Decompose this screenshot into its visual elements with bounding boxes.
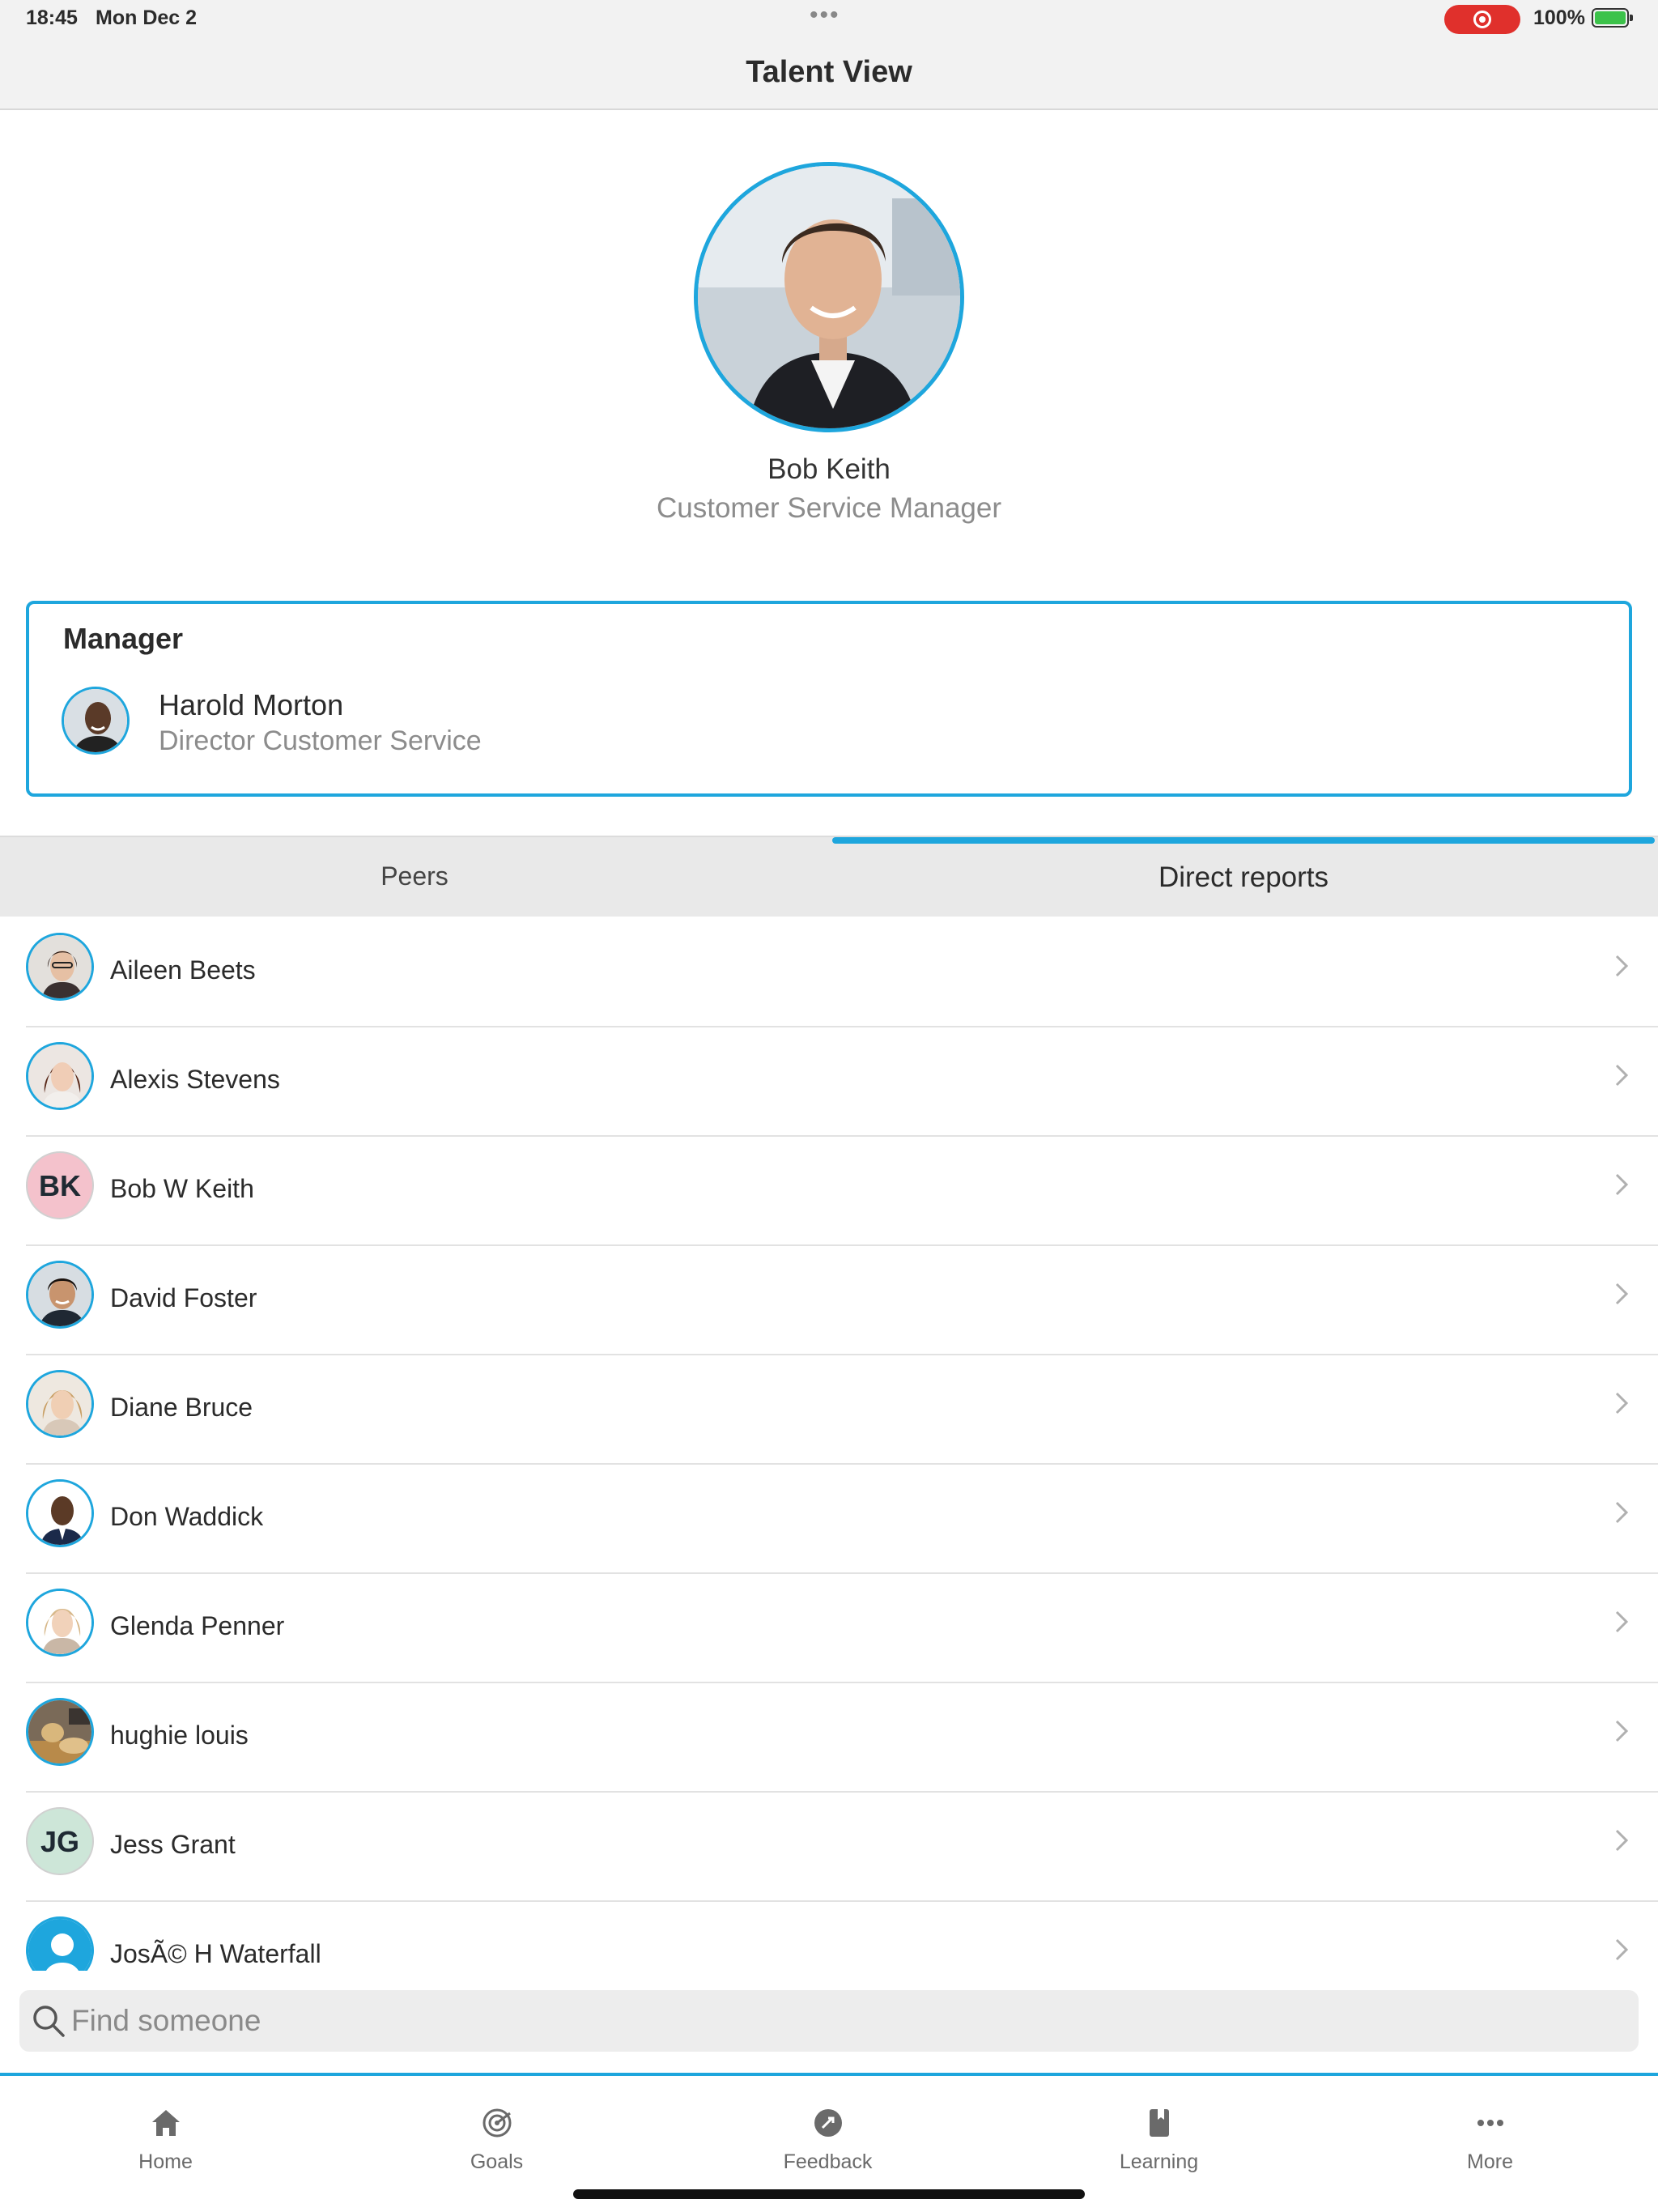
list-item[interactable]: Diane Bruce bbox=[0, 1355, 1658, 1465]
list-item[interactable]: Don Waddick bbox=[0, 1465, 1658, 1574]
tab-learning[interactable]: Learning bbox=[993, 2076, 1324, 2173]
tab-direct-reports[interactable]: Direct reports bbox=[829, 837, 1658, 918]
list-item[interactable]: Alexis Stevens bbox=[0, 1027, 1658, 1137]
tab-peers-label: Peers bbox=[380, 861, 449, 891]
battery-percent: 100% bbox=[1533, 6, 1585, 29]
tab-more[interactable]: More bbox=[1324, 2076, 1656, 2173]
tab-learning-label: Learning bbox=[1119, 2150, 1199, 2173]
list-item[interactable]: Aileen Beets bbox=[0, 918, 1658, 1027]
tab-direct-reports-label: Direct reports bbox=[1158, 861, 1329, 893]
list-item-name: Don Waddick bbox=[110, 1502, 264, 1531]
profile-photo[interactable] bbox=[694, 162, 964, 432]
multitasking-dots-icon[interactable]: ••• bbox=[810, 2, 840, 29]
chevron-right-icon bbox=[1615, 1173, 1629, 1196]
list-item[interactable]: hughie louis bbox=[0, 1683, 1658, 1793]
list-item-name: Glenda Penner bbox=[110, 1611, 285, 1640]
chevron-right-icon bbox=[1615, 955, 1629, 977]
tab-goals-label: Goals bbox=[470, 2150, 524, 2173]
profile-role: Customer Service Manager bbox=[657, 492, 1001, 524]
search-input[interactable] bbox=[71, 1997, 1609, 2045]
chevron-right-icon bbox=[1615, 1064, 1629, 1087]
list-item[interactable]: Glenda Penner bbox=[0, 1574, 1658, 1683]
list-item-name: David Foster bbox=[110, 1283, 257, 1312]
chevron-right-icon bbox=[1615, 1938, 1629, 1961]
status-bar: 18:45 Mon Dec 2 ••• 100% bbox=[0, 0, 1658, 39]
avatar-initials: JG bbox=[26, 1807, 94, 1875]
learning-book-icon bbox=[1149, 2109, 1169, 2137]
chevron-right-icon bbox=[1615, 1392, 1629, 1414]
page-title: Talent View bbox=[746, 55, 912, 89]
home-indicator[interactable] bbox=[573, 2189, 1085, 2199]
chevron-right-icon bbox=[1615, 1610, 1629, 1633]
navigation-header: Talent View bbox=[0, 39, 1658, 110]
list-item-name: Aileen Beets bbox=[110, 955, 256, 985]
tab-home[interactable]: Home bbox=[0, 2076, 331, 2173]
segment-tabs: Peers Direct reports bbox=[0, 836, 1658, 917]
status-date: Mon Dec 2 bbox=[96, 6, 198, 29]
manager-heading: Manager bbox=[63, 622, 184, 655]
list-item-name: Jess Grant bbox=[110, 1830, 236, 1859]
avatar bbox=[26, 1479, 94, 1547]
avatar bbox=[26, 1698, 94, 1766]
avatar bbox=[26, 1589, 94, 1657]
tab-feedback[interactable]: Feedback bbox=[662, 2076, 993, 2173]
avatar bbox=[26, 1042, 94, 1110]
manager-role: Director Customer Service bbox=[159, 725, 482, 756]
more-dots-icon bbox=[1477, 2120, 1503, 2126]
active-tab-indicator bbox=[832, 837, 1655, 844]
tab-more-label: More bbox=[1467, 2150, 1513, 2173]
list-item[interactable]: JosÃ© H Waterfall bbox=[0, 1902, 1658, 1971]
search-icon bbox=[33, 2006, 65, 2037]
list-item[interactable]: BK Bob W Keith bbox=[0, 1137, 1658, 1246]
tab-goals[interactable]: Goals bbox=[331, 2076, 662, 2173]
status-time: 18:45 bbox=[26, 6, 78, 29]
goals-target-icon bbox=[483, 2108, 511, 2138]
manager-card[interactable]: Manager Harold Morton Director Customer … bbox=[26, 601, 1632, 797]
chevron-right-icon bbox=[1615, 1829, 1629, 1852]
direct-reports-list: Aileen Beets Alexis Stevens BK Bob W Kei… bbox=[0, 918, 1658, 1971]
list-item[interactable]: David Foster bbox=[0, 1246, 1658, 1355]
tab-peers[interactable]: Peers bbox=[0, 837, 829, 918]
list-item-name: hughie louis bbox=[110, 1721, 249, 1750]
chevron-right-icon bbox=[1615, 1501, 1629, 1524]
profile-name: Bob Keith bbox=[767, 453, 891, 485]
avatar bbox=[26, 933, 94, 1001]
list-item-name: JosÃ© H Waterfall bbox=[110, 1939, 321, 1968]
list-item-name: Bob W Keith bbox=[110, 1174, 254, 1203]
tab-home-label: Home bbox=[138, 2150, 193, 2173]
manager-avatar bbox=[62, 687, 130, 755]
search-bar bbox=[19, 1990, 1639, 2052]
chevron-right-icon bbox=[1615, 1720, 1629, 1742]
default-user-icon bbox=[26, 1916, 94, 1971]
avatar bbox=[26, 1261, 94, 1329]
list-item[interactable]: JG Jess Grant bbox=[0, 1793, 1658, 1902]
avatar-initials: BK bbox=[26, 1151, 94, 1219]
feedback-icon bbox=[814, 2109, 842, 2137]
screen-recording-icon[interactable] bbox=[1444, 5, 1520, 34]
battery-icon bbox=[1592, 8, 1633, 28]
list-item-name: Diane Bruce bbox=[110, 1393, 253, 1422]
talent-view-screen: 18:45 Mon Dec 2 ••• 100% Talent View Bob… bbox=[0, 0, 1658, 2212]
tab-feedback-label: Feedback bbox=[783, 2150, 873, 2173]
list-item-name: Alexis Stevens bbox=[110, 1065, 280, 1094]
chevron-right-icon bbox=[1615, 1283, 1629, 1305]
manager-name: Harold Morton bbox=[159, 688, 344, 721]
avatar bbox=[26, 1370, 94, 1438]
home-icon bbox=[151, 2110, 180, 2136]
